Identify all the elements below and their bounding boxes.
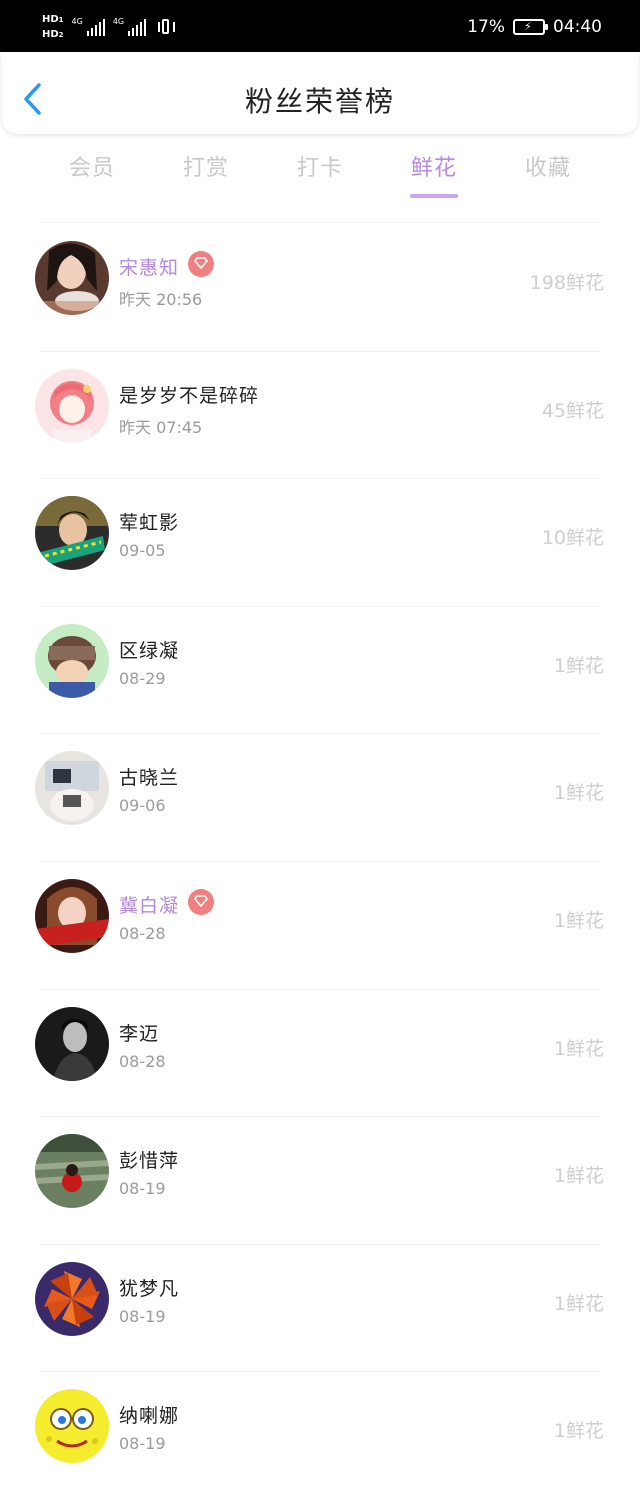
- battery-charging-icon: ⚡: [513, 19, 548, 35]
- vip-badge: [188, 888, 214, 915]
- tab-divider: [40, 222, 600, 223]
- diamond-icon: [194, 895, 208, 907]
- tab-checkin[interactable]: 打卡: [270, 150, 370, 182]
- list-item[interactable]: 冀白凝 08-28 1鲜花: [0, 862, 640, 990]
- tab-label: 鲜花: [410, 156, 457, 181]
- list-item[interactable]: 李迈 08-28 1鲜花: [0, 990, 640, 1118]
- tab-favorites[interactable]: 收藏: [498, 150, 598, 182]
- fan-name: 荤虹影: [119, 512, 180, 535]
- flower-count: 1鲜花: [553, 1037, 604, 1060]
- flower-count: 1鲜花: [553, 1165, 604, 1188]
- fan-list: 宋惠知 昨天 20:56 198鲜花 是岁岁不是碎碎 昨天 07:45 45鲜花…: [0, 224, 640, 1500]
- tab-label: 收藏: [524, 156, 571, 181]
- list-item[interactable]: 犹梦凡 08-19 1鲜花: [0, 1245, 640, 1373]
- flower-count: 198鲜花: [529, 272, 604, 294]
- flower-count: 10鲜花: [541, 527, 604, 550]
- diamond-icon: [194, 257, 208, 269]
- avatar[interactable]: [35, 1006, 109, 1081]
- vip-badge: [188, 251, 214, 277]
- status-bar: HD1 HD2 4G 4G 17% ⚡ 04:40: [0, 0, 640, 52]
- fan-time: 09-05: [119, 541, 166, 561]
- list-item[interactable]: 荤虹影 09-05 10鲜花: [0, 479, 640, 607]
- fan-time: 08-28: [119, 923, 166, 943]
- avatar[interactable]: [35, 1134, 109, 1209]
- list-item[interactable]: 是岁岁不是碎碎 昨天 07:45 45鲜花: [0, 352, 640, 480]
- fan-time: 昨天 07:45: [119, 417, 203, 437]
- fan-time: 09-06: [119, 796, 166, 816]
- list-item[interactable]: 纳喇娜 08-19 1鲜花: [0, 1372, 640, 1500]
- hd-indicator-1: HD1: [42, 13, 64, 25]
- fan-time: 08-19: [119, 1306, 166, 1326]
- tab-indicator: [410, 194, 458, 198]
- signal-icon-2: 4G: [113, 18, 147, 36]
- avatar[interactable]: [35, 1389, 109, 1464]
- flower-count: 1鲜花: [553, 782, 604, 805]
- avatar[interactable]: [35, 623, 109, 698]
- signal-icon: 4G: [72, 18, 105, 36]
- fan-time: 08-19: [119, 1179, 166, 1199]
- tab-rewards[interactable]: 打赏: [156, 150, 256, 182]
- fan-time: 08-29: [119, 668, 166, 688]
- flower-count: 1鲜花: [553, 909, 604, 932]
- hd-indicators: HD1 HD2: [42, 14, 64, 41]
- fan-name: 区绿凝: [119, 639, 180, 662]
- fan-name: 彭惜萍: [119, 1150, 180, 1173]
- hd-indicator-2: HD2: [42, 28, 64, 40]
- status-bar-right: 17% ⚡ 04:40: [467, 10, 602, 44]
- avatar[interactable]: [35, 1261, 109, 1336]
- list-item[interactable]: 古晓兰 09-06 1鲜花: [0, 734, 640, 862]
- page-title: 粉丝荣誉榜: [244, 85, 395, 118]
- avatar[interactable]: [35, 751, 109, 826]
- header: 粉丝荣誉榜: [2, 52, 638, 134]
- fan-name: 纳喇娜: [119, 1405, 180, 1428]
- tab-label: 打卡: [296, 156, 343, 181]
- fan-time: 08-19: [119, 1434, 166, 1454]
- fan-time: 08-28: [119, 1051, 166, 1071]
- avatar[interactable]: [35, 496, 109, 571]
- fan-name: 犹梦凡: [119, 1277, 180, 1300]
- fan-name: 冀白凝: [119, 894, 180, 917]
- fan-time: 昨天 20:56: [119, 290, 203, 309]
- flower-count: 1鲜花: [553, 1420, 604, 1443]
- flower-count: 1鲜花: [553, 654, 604, 677]
- tab-members[interactable]: 会员: [42, 150, 142, 182]
- avatar[interactable]: [35, 241, 109, 315]
- tab-flowers[interactable]: 鲜花: [384, 150, 484, 198]
- flower-count: 45鲜花: [541, 399, 604, 422]
- fan-name: 李迈: [119, 1022, 160, 1045]
- tab-label: 会员: [68, 156, 115, 181]
- fan-name: 古晓兰: [119, 767, 180, 790]
- status-bar-left: HD1 HD2 4G 4G: [42, 10, 176, 44]
- fan-name: 是岁岁不是碎碎: [119, 384, 260, 407]
- list-item[interactable]: 宋惠知 昨天 20:56 198鲜花: [0, 224, 640, 352]
- clock: 04:40: [553, 17, 602, 37]
- avatar[interactable]: [35, 878, 109, 953]
- list-item[interactable]: 彭惜萍 08-19 1鲜花: [0, 1117, 640, 1245]
- avatar[interactable]: [35, 368, 109, 443]
- vibrate-icon: [158, 18, 176, 36]
- tab-label: 打赏: [182, 156, 229, 181]
- list-item[interactable]: 区绿凝 08-29 1鲜花: [0, 607, 640, 735]
- fan-name: 宋惠知: [119, 257, 180, 279]
- tab-bar: 会员 打赏 打卡 鲜花 收藏: [0, 150, 640, 210]
- battery-percent: 17%: [467, 17, 505, 37]
- flower-count: 1鲜花: [553, 1292, 604, 1315]
